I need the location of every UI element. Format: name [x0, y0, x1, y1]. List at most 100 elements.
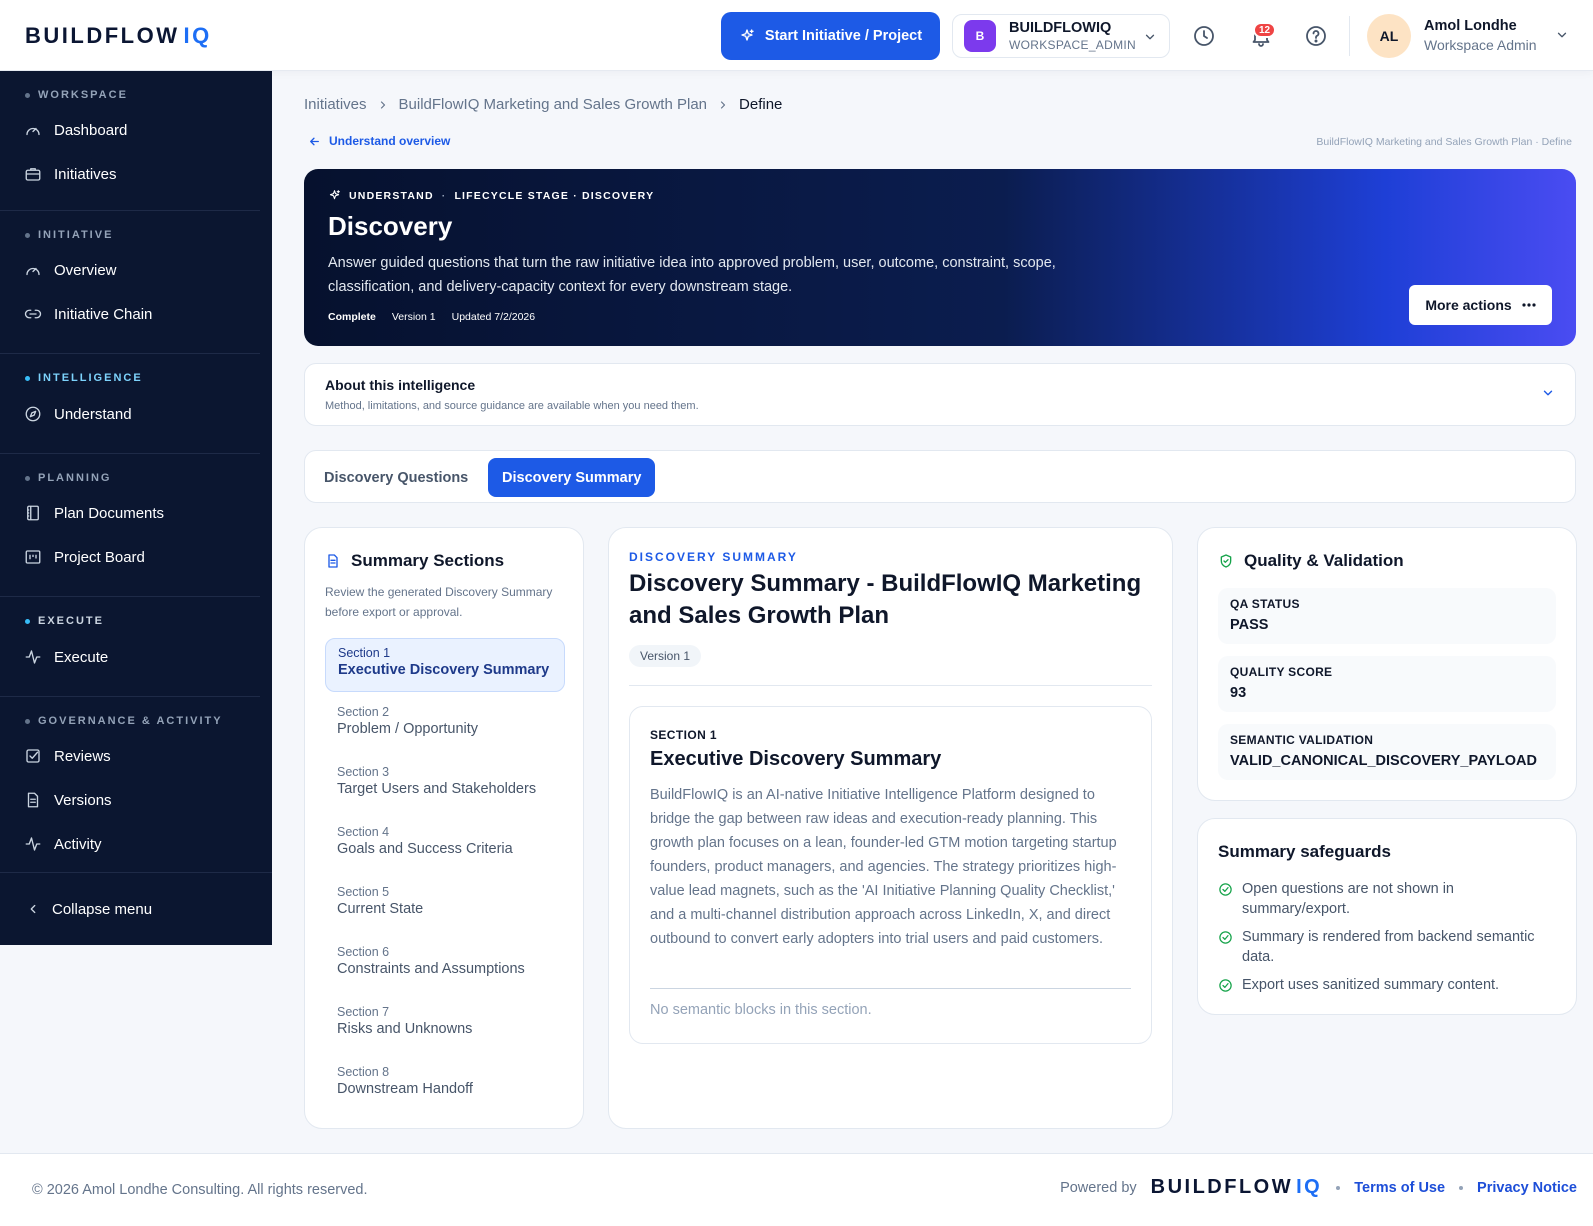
chevron-down-icon: [1541, 386, 1555, 400]
section-item[interactable]: Section 2 Problem / Opportunity: [325, 698, 565, 752]
safeguards-title: Summary safeguards: [1218, 842, 1391, 861]
sidebar-item-understand[interactable]: Understand: [24, 405, 132, 423]
sidebar-group-workspace: WORKSPACE: [25, 89, 128, 101]
hero-description: Answer guided questions that turn the ra…: [328, 255, 1056, 295]
safeguard-item: Export uses sanitized summary content.: [1218, 975, 1553, 995]
sidebar-item-initiative-chain[interactable]: Initiative Chain: [24, 305, 152, 323]
qa-status-box: QA STATUS PASS: [1218, 588, 1556, 644]
chevron-left-icon: [26, 902, 40, 916]
board-icon: [24, 548, 42, 566]
breadcrumb-current: Define: [739, 96, 783, 113]
section-item[interactable]: Section 7 Risks and Unknowns: [325, 998, 565, 1052]
footer-logo: BUILDFLOW IQ: [1150, 1176, 1323, 1198]
sidebar-group-intelligence: INTELLIGENCE: [25, 372, 143, 384]
sidebar-item-label: Understand: [54, 405, 132, 423]
activity-pulse-icon: [24, 835, 42, 853]
separator-dot: [1459, 1185, 1464, 1190]
more-actions-button[interactable]: More actions: [1409, 285, 1552, 325]
about-intelligence-accordion[interactable]: About this intelligence Method, limitati…: [304, 363, 1576, 426]
check-circle-icon: [1218, 879, 1233, 919]
footer: © 2026 Amol Londhe Consulting. All right…: [0, 1153, 1593, 1226]
sidebar-item-overview[interactable]: Overview: [24, 261, 117, 279]
workspace-role: WORKSPACE_ADMIN: [1009, 37, 1136, 52]
chevron-right-icon: [717, 99, 729, 111]
chevron-down-icon: [1143, 30, 1157, 44]
logo-accent: IQ: [183, 22, 212, 48]
sidebar-item-label: Project Board: [54, 548, 145, 566]
breadcrumb-initiatives[interactable]: Initiatives: [304, 96, 367, 113]
section-item[interactable]: Section 6 Constraints and Assumptions: [325, 938, 565, 992]
chevron-down-icon[interactable]: [1555, 28, 1569, 42]
avatar[interactable]: AL: [1367, 14, 1411, 58]
quality-score-box: QUALITY SCORE 93: [1218, 656, 1556, 712]
sidebar-item-project-board[interactable]: Project Board: [24, 548, 145, 566]
safeguard-item: Open questions are not shown in summary/…: [1218, 879, 1553, 919]
breadcrumb-initiative[interactable]: BuildFlowIQ Marketing and Sales Growth P…: [399, 96, 707, 113]
sidebar-group-execute: EXECUTE: [25, 615, 104, 627]
sidebar-group-governance: GOVERNANCE & ACTIVITY: [25, 715, 223, 727]
collapse-menu-button[interactable]: Collapse menu: [0, 872, 272, 945]
section-body: BuildFlowIQ is an AI-native Initiative I…: [650, 787, 1117, 947]
summary-safeguards-panel: Summary safeguards Open questions are no…: [1197, 818, 1577, 1015]
workspace-selector[interactable]: B BUILDFLOWIQ WORKSPACE_ADMIN: [952, 14, 1170, 58]
logo[interactable]: BUILDFLOW IQ: [0, 0, 272, 71]
back-to-understand-link[interactable]: Understand overview: [308, 134, 450, 148]
user-name: Amol Londhe: [1424, 18, 1517, 34]
sidebar-item-initiatives[interactable]: Initiatives: [24, 165, 117, 183]
sidebar-item-label: Overview: [54, 261, 117, 279]
section-item[interactable]: Section 3 Target Users and Stakeholders: [325, 758, 565, 812]
gauge-icon: [24, 261, 42, 279]
sidebar-item-reviews[interactable]: Reviews: [24, 747, 111, 765]
section-item[interactable]: Section 4 Goals and Success Criteria: [325, 818, 565, 872]
gauge-icon: [24, 121, 42, 139]
check-circle-icon: [1218, 975, 1233, 995]
history-clock-icon[interactable]: [1192, 24, 1216, 48]
context-crumb: BuildFlowIQ Marketing and Sales Growth P…: [1316, 136, 1572, 148]
about-subtitle: Method, limitations, and source guidance…: [325, 400, 699, 412]
user-menu[interactable]: Amol Londhe Workspace Admin: [1424, 17, 1537, 54]
sidebar-item-plan-documents[interactable]: Plan Documents: [24, 504, 164, 522]
sidebar-item-label: Initiatives: [54, 165, 117, 183]
workspace-name: BUILDFLOWIQ: [1009, 20, 1112, 37]
start-initiative-label: Start Initiative / Project: [764, 28, 923, 44]
sections-title: Summary Sections: [351, 551, 505, 570]
hero-meta: Complete Version 1 Updated 7/2/2026: [328, 311, 535, 323]
sidebar-item-execute[interactable]: Execute: [24, 648, 108, 666]
sidebar-item-activity[interactable]: Activity: [24, 835, 102, 853]
sidebar-divider: [0, 696, 260, 697]
sidebar-divider: [0, 596, 260, 597]
section-kicker: SECTION 1: [650, 728, 717, 742]
powered-by-text: Powered by: [1060, 1179, 1137, 1196]
section-item[interactable]: Section 8 Downstream Handoff: [325, 1058, 565, 1112]
section-item[interactable]: Section 5 Current State: [325, 878, 565, 932]
sidebar-item-label: Dashboard: [54, 121, 128, 139]
sidebar-divider: [0, 210, 260, 211]
start-initiative-button[interactable]: Start Initiative / Project: [721, 12, 940, 60]
checkbox-icon: [24, 747, 42, 765]
shield-check-icon: [1218, 553, 1234, 569]
top-bar: BUILDFLOW IQ Start Initiative / Project B…: [0, 0, 1593, 71]
empty-state-text: No semantic blocks in this section.: [650, 1002, 872, 1018]
logo-text: BUILDFLOW: [25, 22, 180, 48]
notification-count-badge: 12: [1253, 22, 1277, 38]
workspace-avatar: B: [964, 20, 996, 52]
activity-pulse-icon: [24, 648, 42, 666]
check-circle-icon: [1218, 927, 1233, 967]
book-icon: [24, 504, 42, 522]
help-icon[interactable]: [1304, 24, 1328, 48]
sidebar-item-label: Initiative Chain: [54, 305, 153, 323]
about-title: About this intelligence: [325, 377, 476, 393]
summary-sections-panel: Summary Sections Review the generated Di…: [304, 527, 584, 1129]
tab-discovery-questions[interactable]: Discovery Questions: [310, 458, 482, 497]
sidebar-item-dashboard[interactable]: Dashboard: [24, 121, 127, 139]
discovery-summary-panel: DISCOVERY SUMMARY Discovery Summary - Bu…: [608, 527, 1173, 1129]
summary-title: Discovery Summary - BuildFlowIQ Marketin…: [629, 570, 1142, 629]
quality-validation-panel: Quality & Validation QA STATUS PASS QUAL…: [1197, 527, 1577, 801]
sidebar-item-versions[interactable]: Versions: [24, 791, 112, 809]
terms-link[interactable]: Terms of Use: [1354, 1180, 1445, 1196]
section-item[interactable]: Section 1 Executive Discovery Summary: [325, 638, 565, 692]
user-role: Workspace Admin: [1424, 36, 1537, 53]
stage-hero-banner: UNDERSTAND · LIFECYCLE STAGE · DISCOVERY…: [304, 169, 1576, 346]
privacy-link[interactable]: Privacy Notice: [1477, 1180, 1577, 1196]
tab-discovery-summary[interactable]: Discovery Summary: [488, 458, 656, 497]
